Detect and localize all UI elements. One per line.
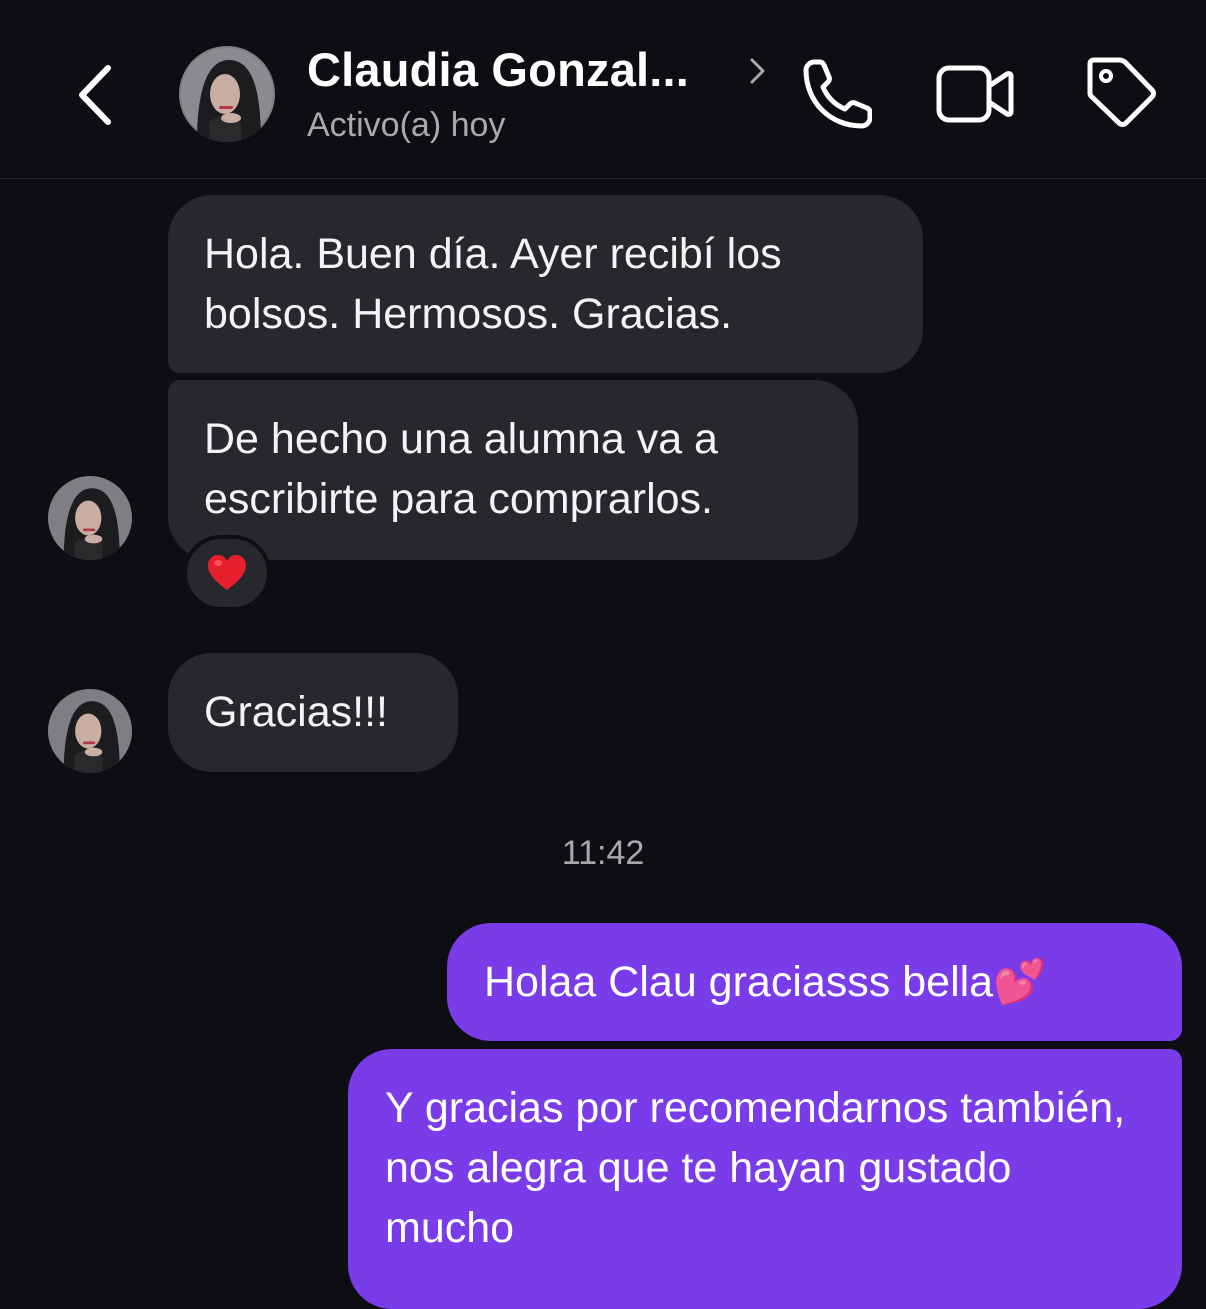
chevron-right-icon[interactable] [744, 54, 770, 88]
tag-icon [1087, 57, 1156, 127]
contact-avatar[interactable] [179, 46, 275, 142]
incoming-message[interactable]: Hola. Buen día. Ayer recibí los bolsos. … [168, 195, 923, 373]
contact-name[interactable]: Claudia Gonzal... [307, 42, 689, 97]
video-camera-icon [936, 65, 1014, 123]
incoming-message[interactable]: De hecho una alumna va a escribirte para… [168, 380, 858, 560]
heart-icon [208, 555, 246, 590]
back-chevron-icon [79, 65, 111, 125]
message-reaction[interactable] [183, 535, 271, 611]
tag-button[interactable] [1080, 52, 1160, 132]
phone-icon [803, 59, 873, 129]
video-call-button[interactable] [935, 54, 1015, 134]
incoming-message[interactable]: Gracias!!! [168, 653, 458, 772]
message-timestamp: 11:42 [561, 834, 645, 872]
outgoing-message[interactable]: Holaa Clau graciasss bella💕 [447, 923, 1182, 1041]
back-button[interactable] [70, 60, 130, 130]
outgoing-message[interactable]: Y gracias por recomendarnos también, nos… [348, 1049, 1182, 1309]
call-button[interactable] [792, 54, 873, 134]
sender-avatar[interactable] [48, 689, 132, 773]
contact-status: Activo(a) hoy [307, 106, 506, 144]
sender-avatar[interactable] [48, 476, 132, 560]
